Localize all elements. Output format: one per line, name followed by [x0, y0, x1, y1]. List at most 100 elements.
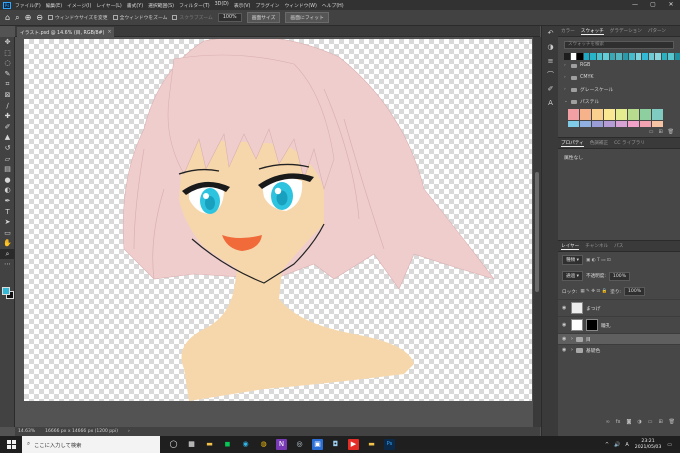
- menu-item-7[interactable]: 3D(D): [215, 2, 229, 9]
- hand-tool-icon[interactable]: ✋: [0, 238, 15, 249]
- recent-swatch[interactable]: [622, 53, 628, 60]
- recent-swatch[interactable]: [564, 53, 570, 60]
- tray-icon-1[interactable]: 🔊: [614, 442, 620, 448]
- vertical-scroll-thumb[interactable]: [535, 172, 539, 292]
- layer-row[interactable]: ◉ › 基礎色: [558, 344, 680, 355]
- move-tool-icon[interactable]: ✥: [0, 37, 15, 48]
- scrubby-zoom-checkbox[interactable]: スクラブズーム: [172, 14, 213, 21]
- swatches-tab-3[interactable]: パターン: [648, 28, 666, 34]
- filter-icons[interactable]: ▣ ◐ T ▭ ⊡: [586, 258, 611, 263]
- chevron-icon[interactable]: ›: [571, 348, 573, 353]
- recent-swatch[interactable]: [668, 53, 674, 60]
- tray-icon-0[interactable]: ^: [605, 442, 609, 448]
- widgets-icon[interactable]: ▦: [186, 439, 197, 450]
- swatch[interactable]: [580, 108, 591, 120]
- adjust-panel-icon[interactable]: ◑: [542, 40, 559, 54]
- onenote-icon[interactable]: N: [276, 439, 287, 450]
- recent-swatch[interactable]: [609, 53, 615, 60]
- marquee-tool-icon[interactable]: ⬚: [0, 48, 15, 59]
- swatch[interactable]: [652, 108, 663, 120]
- menu-item-5[interactable]: 選択範囲(S): [148, 2, 174, 9]
- type-tool-icon[interactable]: T: [0, 207, 15, 218]
- swatch[interactable]: [592, 108, 603, 120]
- steam-icon[interactable]: ◎: [294, 439, 305, 450]
- layer-row[interactable]: ◉ 瞳孔: [558, 316, 680, 333]
- adjust-icon[interactable]: ◑: [637, 419, 641, 425]
- swatches-tab-0[interactable]: カラー: [561, 28, 575, 34]
- lasso-tool-icon[interactable]: ◌: [0, 58, 15, 69]
- resize-windows-checkbox[interactable]: ウィンドウサイズを変更: [47, 14, 108, 21]
- recent-swatch[interactable]: [616, 53, 622, 60]
- path-select-icon[interactable]: ➤: [0, 217, 15, 228]
- mask-icon[interactable]: ◙: [626, 419, 631, 425]
- recent-swatch[interactable]: [629, 53, 635, 60]
- menu-item-0[interactable]: ファイル(F): [15, 2, 41, 9]
- stamp-tool-icon[interactable]: ▲: [0, 132, 15, 143]
- dodge-tool-icon[interactable]: ◐: [0, 185, 15, 196]
- zoom-in-icon[interactable]: ⊕: [25, 13, 32, 23]
- chevron-icon[interactable]: ⌄: [564, 99, 568, 104]
- swatch[interactable]: [616, 108, 627, 120]
- explorer-icon[interactable]: ▬: [204, 439, 215, 450]
- zoom-tool-icon[interactable]: ⌕: [0, 248, 15, 260]
- chevron-icon[interactable]: ›: [571, 337, 573, 342]
- menu-item-3[interactable]: レイヤー(L): [96, 2, 121, 9]
- properties-tab-0[interactable]: プロパティ: [561, 140, 584, 147]
- quick-select-tool-icon[interactable]: ✎: [0, 69, 15, 80]
- close-button[interactable]: ✕: [662, 0, 680, 10]
- brush-tool-icon[interactable]: ✐: [0, 122, 15, 133]
- eye-icon[interactable]: ◉: [562, 347, 568, 353]
- fx-icon[interactable]: fx: [616, 419, 621, 425]
- paths-panel-icon[interactable]: ⌒: [542, 68, 559, 82]
- menu-item-1[interactable]: 編集(E): [46, 2, 62, 9]
- swatches-tab-2[interactable]: グラデーション: [610, 28, 642, 34]
- status-zoom[interactable]: 14.63%: [18, 429, 35, 434]
- fit-screen-button[interactable]: 画面サイズ: [246, 12, 281, 23]
- chevron-icon[interactable]: ›: [564, 87, 568, 92]
- fill-field[interactable]: 100%: [623, 287, 646, 296]
- delete-swatch-icon[interactable]: 🗑: [668, 129, 674, 135]
- group-icon[interactable]: ▭: [648, 419, 653, 425]
- menu-item-2[interactable]: イメージ(I): [67, 2, 91, 9]
- swatch[interactable]: [628, 108, 639, 120]
- swatch[interactable]: [604, 108, 615, 120]
- swatch-group-0[interactable]: › RGB: [558, 60, 680, 72]
- canvas[interactable]: [24, 39, 532, 401]
- maximize-button[interactable]: ▢: [644, 0, 662, 10]
- camera-icon[interactable]: ◘: [330, 439, 341, 450]
- opacity-field[interactable]: 100%: [608, 271, 631, 281]
- task-view-icon[interactable]: ◯: [168, 439, 179, 450]
- new-group-icon[interactable]: ▭: [649, 129, 654, 135]
- photoshop-taskbar-icon[interactable]: Ps: [384, 439, 395, 450]
- eraser-tool-icon[interactable]: ▱: [0, 154, 15, 165]
- eye-icon[interactable]: ◉: [562, 322, 568, 328]
- minimize-button[interactable]: —: [626, 0, 644, 10]
- notification-icon[interactable]: ▭: [667, 442, 672, 448]
- kind-filter-select[interactable]: 種類 ▾: [562, 255, 583, 265]
- swatch-group-3[interactable]: ⌄ パステル: [558, 96, 680, 108]
- document-tab[interactable]: イラスト.psd @ 14.6% (目, RGB/8#) ×: [17, 27, 115, 37]
- swatch[interactable]: [568, 108, 579, 120]
- status-arrow-icon[interactable]: ›: [128, 429, 130, 434]
- recent-swatch[interactable]: [655, 53, 661, 60]
- blend-mode-select[interactable]: 通過 ▾: [562, 271, 583, 281]
- swatches-tab-1[interactable]: スウォッチ: [580, 28, 604, 35]
- close-tab-icon[interactable]: ×: [107, 30, 111, 35]
- zoom-out-icon[interactable]: ⊖: [36, 13, 43, 23]
- recent-swatch[interactable]: [648, 53, 654, 60]
- eye-icon[interactable]: ◉: [562, 305, 568, 311]
- menu-item-9[interactable]: プラグイン: [255, 2, 279, 9]
- swatch-group-1[interactable]: › CMYK: [558, 72, 680, 84]
- char-panel-icon[interactable]: A: [542, 96, 559, 110]
- eye-icon[interactable]: ◉: [562, 336, 568, 342]
- properties-tab-2[interactable]: CC ライブラリ: [614, 140, 645, 146]
- frame-tool-icon[interactable]: ⊠: [0, 90, 15, 101]
- all-windows-checkbox[interactable]: 全ウィンドウをズーム: [112, 14, 167, 21]
- line-icon[interactable]: ◼: [222, 439, 233, 450]
- zoom-value-field[interactable]: 100%: [217, 13, 242, 22]
- healing-brush-icon[interactable]: ✚: [0, 111, 15, 122]
- taskbar-search[interactable]: ⌕ ここに入力して検索: [22, 436, 160, 453]
- properties-tab-1[interactable]: 色調補正: [590, 140, 608, 146]
- recent-swatch[interactable]: [577, 53, 583, 60]
- swatch-group-2[interactable]: › グレースケール: [558, 84, 680, 96]
